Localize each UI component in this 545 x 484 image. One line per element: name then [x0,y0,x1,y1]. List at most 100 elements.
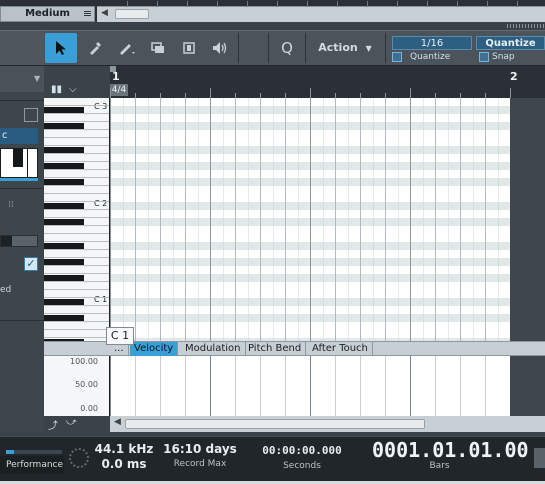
top-tick [127,1,128,7]
timeline-ruler[interactable]: 1 2 4/4 [110,66,545,98]
lane-grid-line [485,356,486,416]
inspector-keyboard-selection [0,178,38,181]
grid-subline [372,98,374,341]
top-horizontal-scrollbar[interactable]: ◀ [97,1,545,22]
grid-subline [197,98,199,341]
time-signature: 4/4 [110,84,128,96]
arrow-tool-button[interactable] [45,33,77,63]
quantize-title-button[interactable]: Quantize [476,36,545,50]
top-tick [457,1,458,7]
key-divider [44,321,109,322]
inspector-checked-box[interactable]: ✓ [24,257,38,271]
grid-subline [185,98,186,341]
key-divider [44,329,109,330]
grid-subline [260,98,261,341]
listen-tool-button[interactable] [204,33,236,63]
line-tool-icon[interactable]: ⤴ [48,417,58,432]
inspector-instrument-field[interactable]: c [0,128,38,144]
scroll-thumb[interactable] [125,419,425,429]
paint-tool-button[interactable] [111,33,143,63]
key-divider [44,161,109,162]
inspector-divider [0,320,44,321]
resize-grip[interactable] [507,24,545,28]
lane-side-area [510,356,545,416]
split-icon [183,42,195,54]
key-divider [44,249,109,250]
pencil-icon [120,44,135,55]
key-divider [44,121,109,122]
note-fold-icon[interactable]: ▮▮ [51,84,65,96]
lane-grid-line [260,356,261,416]
ruler-tick [310,88,311,98]
dropdown-arrow-icon[interactable]: ▼ [34,74,40,83]
black-key [13,149,23,167]
grid-subline [110,98,111,341]
vertical-scroll-area[interactable] [510,98,545,341]
grid-subline [122,98,124,341]
lane-grid-line [410,356,411,416]
arrow-cursor-icon [56,41,66,55]
key-divider [44,113,109,114]
key-divider [44,105,109,106]
loop-start-marker[interactable] [110,66,116,72]
split-tool-button[interactable] [173,33,205,63]
ruler-tick [510,88,511,98]
grid-subline [410,98,411,341]
erase-tool-button[interactable] [142,33,174,63]
tab-modulation[interactable]: Modulation [181,342,246,356]
key-divider [44,313,109,314]
scale-icon[interactable]: ⌵ [69,84,83,96]
curve-tool-icon[interactable]: ⤻ [66,417,77,428]
toolbar-separator [268,33,269,63]
note-tooltip: C 1 [106,327,134,345]
key-divider [44,289,109,290]
drag-handle-icon[interactable]: ⁞⁞ [8,200,14,210]
top-tick [427,1,428,7]
ruler-tick [110,88,111,98]
grid-subline [297,98,299,341]
key-divider [44,185,109,186]
piano-keyboard[interactable]: C 3 C 2 C 1 [44,98,110,341]
performance-meter-fill [6,450,14,454]
scroll-left-icon[interactable]: ◀ [114,417,121,427]
grid-subline [497,98,499,341]
top-tick [247,1,248,7]
tab-after-touch[interactable]: After Touch [308,342,373,356]
velocity-lane[interactable] [110,356,510,416]
lane-grid-line [435,356,436,416]
tab-velocity[interactable]: Velocity [130,342,179,356]
scroll-thumb[interactable] [115,9,149,19]
ruler-tick [410,88,411,98]
menu-icon[interactable]: ≡ [80,7,95,21]
inspector-option-label: ed [0,285,12,295]
bottom-horizontal-scrollbar[interactable]: ◀ [110,416,545,432]
key-divider [44,193,109,194]
performance-button[interactable]: Performance [0,456,64,474]
key-divider [44,209,109,210]
scroll-left-icon[interactable]: ◀ [101,8,108,18]
bars-label: Bars [429,461,450,471]
quantize-button[interactable]: Q [270,33,304,63]
record-max-label: Record Max [173,459,227,469]
grid-subline [135,98,136,341]
tab-pitch-bend[interactable]: Pitch Bend [244,342,307,356]
note-grid[interactable] [110,98,510,341]
scale-label-max: 100.00 [70,357,98,366]
lane-grid-line [360,356,361,416]
transport-expand-button[interactable] [534,448,545,468]
key-divider [44,145,109,146]
action-menu-button[interactable]: Action ▼ [306,33,384,63]
top-tick [487,1,488,7]
key-divider [44,217,109,218]
quantize-value-selector[interactable]: 1/16 [392,36,472,50]
grid-subline [322,98,324,341]
slider-fill [1,236,12,246]
key-divider [44,337,109,338]
lane-grid-line [185,356,186,416]
inspector-footer [0,416,44,432]
key-divider [44,225,109,226]
inspector-checkbox[interactable] [24,108,38,122]
key-divider [44,305,109,306]
pencil-tool-button[interactable] [79,33,111,63]
inspector-slider[interactable] [0,235,38,247]
